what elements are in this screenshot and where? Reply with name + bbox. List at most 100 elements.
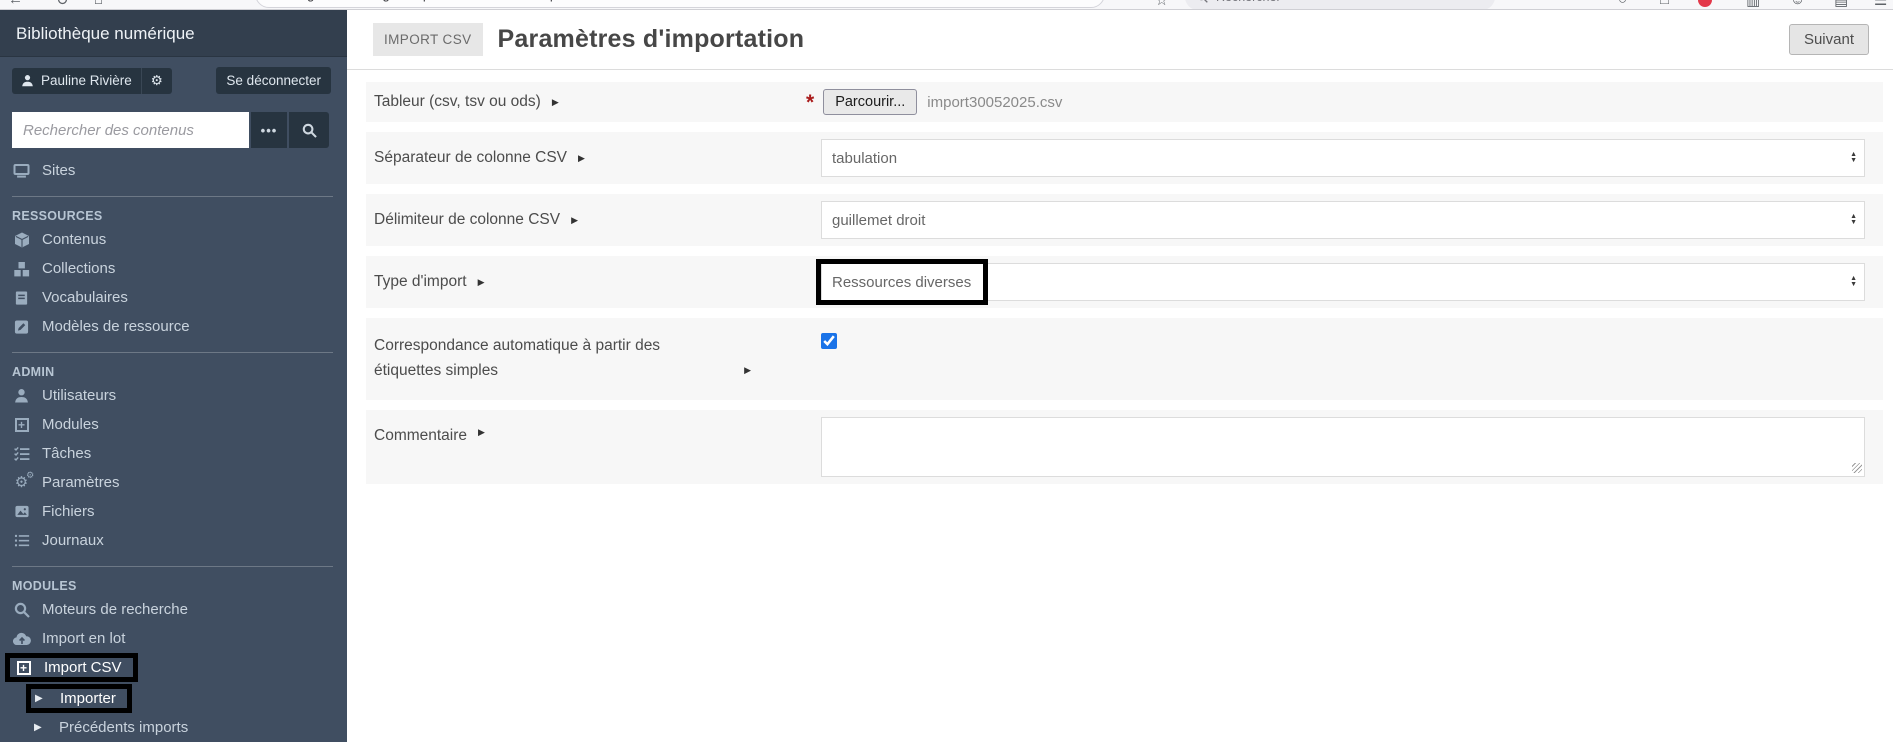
extension-icon[interactable]: □ bbox=[1660, 0, 1669, 8]
library-icon[interactable]: ▤ bbox=[1834, 0, 1848, 9]
sidebar-item-parametres[interactable]: ⚙⚙ Paramètres bbox=[12, 468, 347, 497]
sidebar-item-label: Import CSV bbox=[44, 659, 122, 676]
sidebar-item-vocabulaires[interactable]: Vocabulaires bbox=[12, 283, 347, 312]
breadcrumb: IMPORT CSV bbox=[373, 23, 483, 56]
form-row-commentaire: Commentaire ▶ bbox=[366, 410, 1883, 484]
enclosure-select[interactable]: guillemet droit ▲▼ bbox=[821, 201, 1865, 239]
sidebar-item-modules[interactable]: + Modules bbox=[12, 410, 347, 439]
field-value bbox=[821, 417, 1865, 477]
profile-avatar[interactable] bbox=[1698, 0, 1712, 7]
comment-textarea[interactable] bbox=[821, 417, 1865, 477]
sidebar-item-import-csv[interactable]: + Import CSV bbox=[5, 653, 138, 682]
cubes-icon bbox=[12, 261, 31, 277]
divider bbox=[12, 566, 333, 567]
search-icon bbox=[302, 123, 317, 138]
field-label-text: Délimiteur de colonne CSV bbox=[374, 211, 560, 229]
home-icon[interactable]: ⌂ bbox=[94, 0, 103, 8]
field-label-text: Commentaire bbox=[374, 427, 467, 445]
field-info-toggle-icon[interactable]: ▶ bbox=[478, 277, 485, 288]
divider bbox=[12, 196, 333, 197]
section-header-ressources: RESSOURCES bbox=[12, 209, 347, 223]
sidebar-item-modeles[interactable]: Modèles de ressource bbox=[12, 312, 347, 341]
back-icon[interactable]: ← bbox=[8, 0, 23, 8]
url-text[interactable]: genovefalibsg.univ-paris3.fr/admin/csvim… bbox=[307, 0, 573, 2]
reload-icon[interactable]: ↻ bbox=[56, 0, 69, 9]
logout-button[interactable]: Se déconnecter bbox=[216, 67, 331, 94]
import-type-select[interactable]: Ressources diverses ▲▼ bbox=[821, 263, 1865, 301]
select-arrows-icon: ▲▼ bbox=[1850, 214, 1857, 226]
user-settings-button[interactable]: ⚙ bbox=[141, 68, 172, 94]
list-icon bbox=[12, 533, 31, 548]
sidebar-item-precedents-imports[interactable]: ▶ Précédents imports bbox=[34, 713, 347, 742]
form-row-type-import: Type d'import ▶ Ressources diverses ▲▼ bbox=[366, 256, 1883, 308]
form-row-correspondance: Correspondance automatique à partir des … bbox=[366, 318, 1883, 400]
sidebar-item-label: Tâches bbox=[42, 445, 91, 462]
sidebar-item-utilisateurs[interactable]: Utilisateurs bbox=[12, 381, 347, 410]
sidebar-item-fichiers[interactable]: Fichiers bbox=[12, 497, 347, 526]
field-label: Séparateur de colonne CSV ▶ bbox=[374, 139, 821, 177]
divider bbox=[12, 352, 333, 353]
sidebar-item-taches[interactable]: Tâches bbox=[12, 439, 347, 468]
sidebar-item-journaux[interactable]: Journaux bbox=[12, 526, 347, 555]
select-value: guillemet droit bbox=[832, 212, 925, 229]
field-label: Tableur (csv, tsv ou ods) ▶ bbox=[374, 89, 821, 115]
pencil-square-icon bbox=[12, 319, 31, 335]
sidebar-item-label: Vocabulaires bbox=[42, 289, 128, 306]
search-icon bbox=[1197, 0, 1208, 3]
sidebar-item-collections[interactable]: Collections bbox=[12, 254, 347, 283]
sidebar-item-sites[interactable]: Sites bbox=[12, 156, 347, 185]
menu-icon[interactable]: ☰ bbox=[1874, 0, 1887, 9]
sidebar-item-label: Sites bbox=[42, 162, 75, 179]
search-icon bbox=[12, 602, 31, 618]
site-title[interactable]: Bibliothèque numérique bbox=[0, 10, 347, 57]
browser-search-bar[interactable]: Rechercher bbox=[1185, 0, 1495, 10]
sidebar-item-import-en-lot[interactable]: Import en lot bbox=[12, 624, 347, 653]
user-button[interactable]: Pauline Rivière bbox=[12, 68, 141, 94]
sidebar-item-importer[interactable]: ▶ Importer bbox=[26, 684, 132, 713]
sidebar-item-moteurs-de-recherche[interactable]: Moteurs de recherche bbox=[12, 595, 347, 624]
field-value bbox=[821, 325, 1865, 393]
automap-checkbox[interactable] bbox=[821, 333, 837, 349]
field-label-text: Type d'import bbox=[374, 273, 467, 291]
next-button[interactable]: Suivant bbox=[1789, 24, 1869, 55]
url-bar[interactable]: ▣ □ genovefalibsg.univ-paris3.fr/admin/c… bbox=[255, 0, 1105, 8]
sidebar-item-label: Importer bbox=[60, 690, 116, 707]
comment-textarea-wrapper bbox=[821, 417, 1865, 477]
advanced-search-button[interactable]: ••• bbox=[251, 112, 287, 148]
sidebar-item-label: Modèles de ressource bbox=[42, 318, 190, 335]
browse-button[interactable]: Parcourir... bbox=[823, 89, 917, 115]
user-row: Pauline Rivière ⚙ Se déconnecter bbox=[0, 57, 347, 94]
field-info-toggle-icon[interactable]: ▶ bbox=[744, 365, 751, 376]
selected-file-name: import30052025.csv bbox=[927, 94, 1062, 111]
sidebar-item-contenus[interactable]: Contenus bbox=[12, 225, 347, 254]
sidebar-item-label: Import en lot bbox=[42, 630, 125, 647]
sidebar-item-label: Utilisateurs bbox=[42, 387, 116, 404]
field-info-toggle-icon[interactable]: ▶ bbox=[478, 427, 485, 438]
shield-icon[interactable]: ▣ bbox=[270, 0, 280, 1]
search-input[interactable] bbox=[12, 112, 249, 148]
field-info-toggle-icon[interactable]: ▶ bbox=[571, 215, 578, 226]
extension-smiley-icon[interactable]: ☺ bbox=[1790, 0, 1805, 8]
book-icon bbox=[12, 290, 31, 306]
browser-chrome: ← ↻ ⌂ ▣ □ genovefalibsg.univ-paris3.fr/a… bbox=[0, 0, 1893, 10]
field-label: Délimiteur de colonne CSV ▶ bbox=[374, 201, 821, 239]
sidebar-item-label: Journaux bbox=[42, 532, 104, 549]
field-label-text: Tableur (csv, tsv ou ods) bbox=[374, 93, 541, 111]
sidebar-item-label: Paramètres bbox=[42, 474, 120, 491]
field-info-toggle-icon[interactable]: ▶ bbox=[552, 97, 559, 108]
sidebar-item-label: Contenus bbox=[42, 231, 106, 248]
sidebar-toggle-icon[interactable]: ▥ bbox=[1746, 0, 1760, 9]
delimiter-select[interactable]: tabulation ▲▼ bbox=[821, 139, 1865, 177]
extension-icon[interactable]: ○ bbox=[1618, 0, 1627, 8]
plus-square-icon: + bbox=[12, 418, 31, 432]
select-arrows-icon: ▲▼ bbox=[1850, 276, 1857, 288]
cube-icon bbox=[12, 232, 31, 248]
search-submit-button[interactable] bbox=[289, 112, 329, 148]
sidebar-item-label: Précédents imports bbox=[59, 719, 188, 736]
required-marker: * bbox=[806, 92, 814, 113]
monitor-icon bbox=[12, 163, 31, 179]
select-value: tabulation bbox=[832, 150, 897, 167]
field-info-toggle-icon[interactable]: ▶ bbox=[578, 153, 585, 164]
page-title: Paramètres d'importation bbox=[498, 25, 805, 54]
bookmark-star-icon[interactable]: ☆ bbox=[1155, 0, 1168, 9]
